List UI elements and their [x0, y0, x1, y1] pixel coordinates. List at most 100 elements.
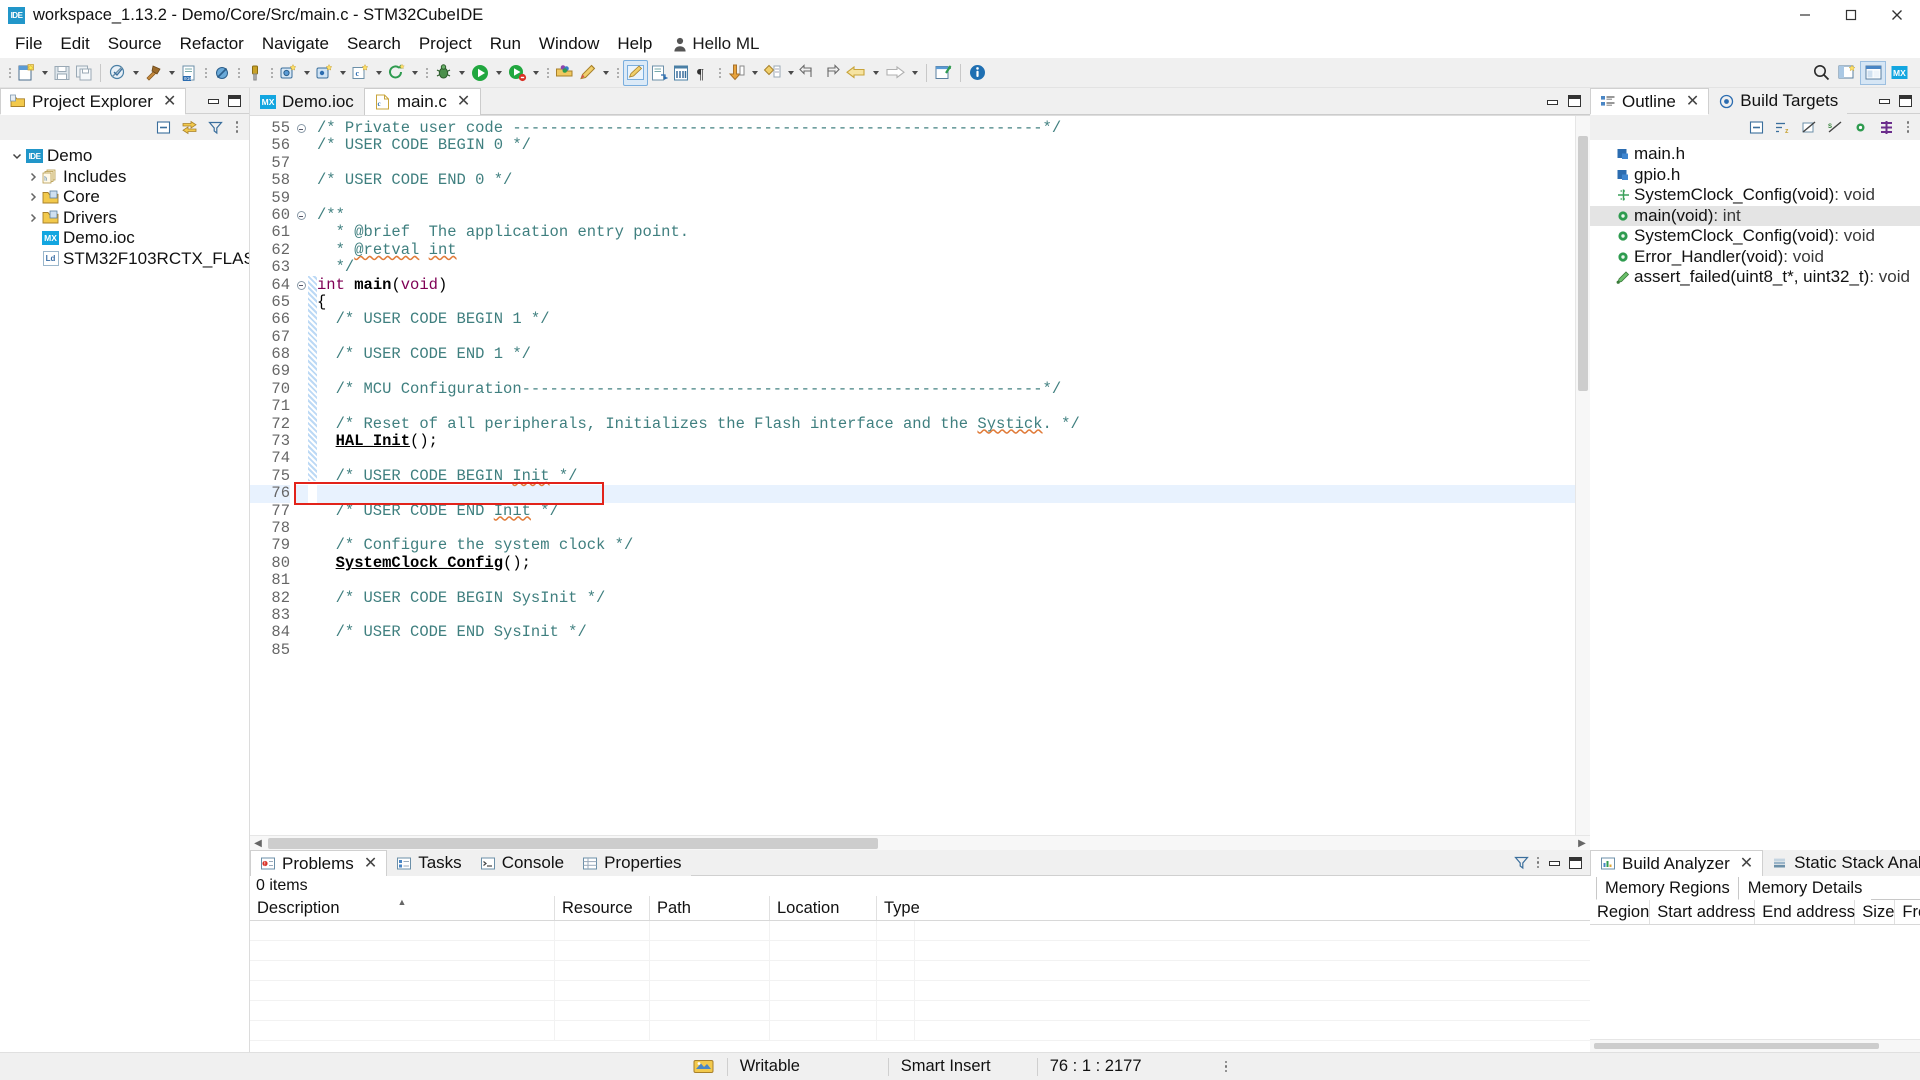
back-arrow-icon[interactable]	[843, 60, 869, 86]
table-row[interactable]	[250, 961, 1590, 981]
chevron-right-icon[interactable]	[24, 172, 41, 182]
tab-problems[interactable]: ! Problems ✕	[250, 850, 388, 877]
code-line[interactable]: /* USER CODE END Init */	[317, 502, 1575, 520]
prev-edit-icon[interactable]	[761, 60, 784, 86]
folding-gutter[interactable]	[294, 116, 308, 835]
menu-edit[interactable]: Edit	[51, 31, 98, 57]
code-line[interactable]	[317, 329, 1575, 346]
collapse-all-icon[interactable]	[1748, 119, 1765, 136]
column-header-free[interactable]: Free	[1895, 900, 1920, 924]
status-menu-icon[interactable]	[1213, 1053, 1240, 1080]
back-arrow-dropdown-icon[interactable]	[869, 71, 882, 75]
code-line[interactable]: * @retval int	[317, 241, 1575, 259]
code-line[interactable]: /* USER CODE BEGIN Init */	[317, 467, 1575, 485]
code-scroll-area[interactable]: 55 56 57 58 59 60 61 62 63 64 65 66 67 68 69 70 71 72 73 74…	[250, 116, 1575, 835]
code-line[interactable]: /* Reset of all peripherals, Initializes…	[317, 415, 1575, 433]
table-row[interactable]	[250, 921, 1590, 941]
next-annotation-icon[interactable]	[648, 60, 670, 86]
pilcrow-icon[interactable]: ¶	[692, 60, 714, 86]
code-line[interactable]: /* USER CODE END 1 */	[317, 345, 1575, 363]
scrollbar-thumb[interactable]	[1594, 1043, 1879, 1049]
toolbar-group-handle-4[interactable]	[423, 63, 430, 83]
code-line[interactable]	[317, 190, 1575, 207]
cdt-perspective-icon[interactable]	[1860, 60, 1886, 85]
tree-item-demo-ioc[interactable]: MX Demo.ioc	[0, 228, 249, 249]
tab-outline[interactable]: Outline ✕	[1590, 88, 1710, 115]
table-row[interactable]	[250, 941, 1590, 961]
run-config-dropdown-icon[interactable]	[336, 71, 349, 75]
tab-properties[interactable]: Properties	[573, 850, 691, 876]
problems-table-body[interactable]	[250, 921, 1590, 1052]
prev-edit-dropdown-icon[interactable]	[784, 71, 797, 75]
close-icon[interactable]: ✕	[364, 855, 377, 872]
subtab-memory-details[interactable]: Memory Details	[1739, 876, 1872, 900]
editor-vertical-scrollbar[interactable]	[1575, 116, 1590, 835]
maximize-button[interactable]	[1828, 0, 1874, 30]
code-line[interactable]	[317, 572, 1575, 589]
maximize-icon[interactable]	[1567, 854, 1584, 871]
minimize-icon[interactable]	[1546, 854, 1563, 871]
code-line[interactable]: /* USER CODE END SysInit */	[317, 624, 1575, 641]
tab-build-analyzer[interactable]: Build Analyzer ✕	[1590, 850, 1764, 877]
toolbar-group-handle-6[interactable]	[614, 63, 621, 83]
refresh-icon[interactable]	[385, 60, 408, 86]
outline-item[interactable]: SystemClock_Config(void) : void	[1590, 226, 1920, 247]
filter-icon[interactable]	[1513, 854, 1530, 871]
scrollbar-thumb[interactable]	[1578, 136, 1588, 391]
code-line[interactable]: SystemClock_Config();	[317, 554, 1575, 572]
code-line[interactable]: /* Private user code -------------------…	[317, 119, 1575, 137]
fold-toggle-icon[interactable]	[294, 207, 308, 224]
scrollbar-thumb[interactable]	[268, 837, 878, 849]
forward-arrow-icon[interactable]	[882, 60, 908, 86]
code-line[interactable]	[317, 607, 1575, 624]
view-menu-icon[interactable]	[233, 118, 241, 136]
outline-item[interactable]: main.h	[1590, 144, 1920, 165]
skip-breakpoints-icon[interactable]	[211, 60, 233, 86]
search-icon[interactable]	[1808, 61, 1834, 85]
column-header-resource[interactable]: Resource	[555, 896, 650, 920]
table-row[interactable]	[250, 981, 1590, 1001]
code-line[interactable]: /* USER CODE BEGIN 0 */	[317, 137, 1575, 154]
forward-icon[interactable]	[820, 60, 843, 86]
code-line[interactable]: {	[317, 293, 1575, 311]
code-line[interactable]	[317, 450, 1575, 467]
column-header-type[interactable]: Type	[877, 896, 920, 920]
build-hammer-dropdown-icon[interactable]	[165, 71, 178, 75]
minimize-icon[interactable]	[205, 92, 222, 109]
code-line[interactable]: /* MCU Configuration--------------------…	[317, 380, 1575, 398]
pencil-dropdown-icon[interactable]	[599, 71, 612, 75]
minimize-icon[interactable]	[1544, 93, 1561, 110]
toggle-block-icon[interactable]	[623, 59, 648, 86]
show-whitespace-icon[interactable]	[670, 60, 692, 86]
toolbar-group-handle[interactable]	[202, 63, 209, 83]
user-account-button[interactable]: Hello ML	[665, 31, 767, 57]
hide-static-icon[interactable]: S	[1826, 119, 1843, 136]
next-edit-icon[interactable]	[725, 60, 748, 86]
code-line[interactable]: HAL_Init();	[317, 432, 1575, 450]
scroll-right-icon[interactable]: ▶	[1574, 838, 1590, 849]
maximize-icon[interactable]	[1566, 93, 1583, 110]
new-file-icon[interactable]	[15, 60, 38, 86]
focus-icon[interactable]	[1878, 119, 1895, 136]
tab-project-explorer[interactable]: Project Explorer ✕	[0, 88, 187, 115]
toolbar-group-handle-5[interactable]	[544, 63, 551, 83]
outline-list[interactable]: main.h gpio.h SystemClock_Config(void) : v…	[1590, 140, 1920, 850]
view-menu-icon[interactable]	[1534, 854, 1542, 872]
pencil-icon[interactable]	[576, 60, 599, 86]
code-line[interactable]	[317, 155, 1575, 172]
code-line[interactable]	[317, 485, 1575, 503]
menu-refactor[interactable]: Refactor	[171, 31, 253, 57]
open-type-icon[interactable]	[553, 60, 576, 86]
outline-item[interactable]: main(void) : int	[1590, 205, 1920, 226]
code-line[interactable]	[317, 398, 1575, 415]
run-dropdown-icon[interactable]	[492, 71, 505, 75]
menu-window[interactable]: Window	[530, 31, 608, 57]
column-header-size[interactable]: Size	[1855, 900, 1896, 924]
outline-item[interactable]: SystemClock_Config(void) : void	[1590, 185, 1920, 206]
run-config-icon[interactable]	[313, 60, 336, 86]
forward-arrow-dropdown-icon[interactable]	[908, 71, 921, 75]
view-menu-icon[interactable]	[1904, 118, 1912, 136]
outline-item[interactable]: gpio.h	[1590, 165, 1920, 186]
debug-config-dropdown-icon[interactable]	[300, 71, 313, 75]
table-row[interactable]	[250, 1021, 1590, 1041]
